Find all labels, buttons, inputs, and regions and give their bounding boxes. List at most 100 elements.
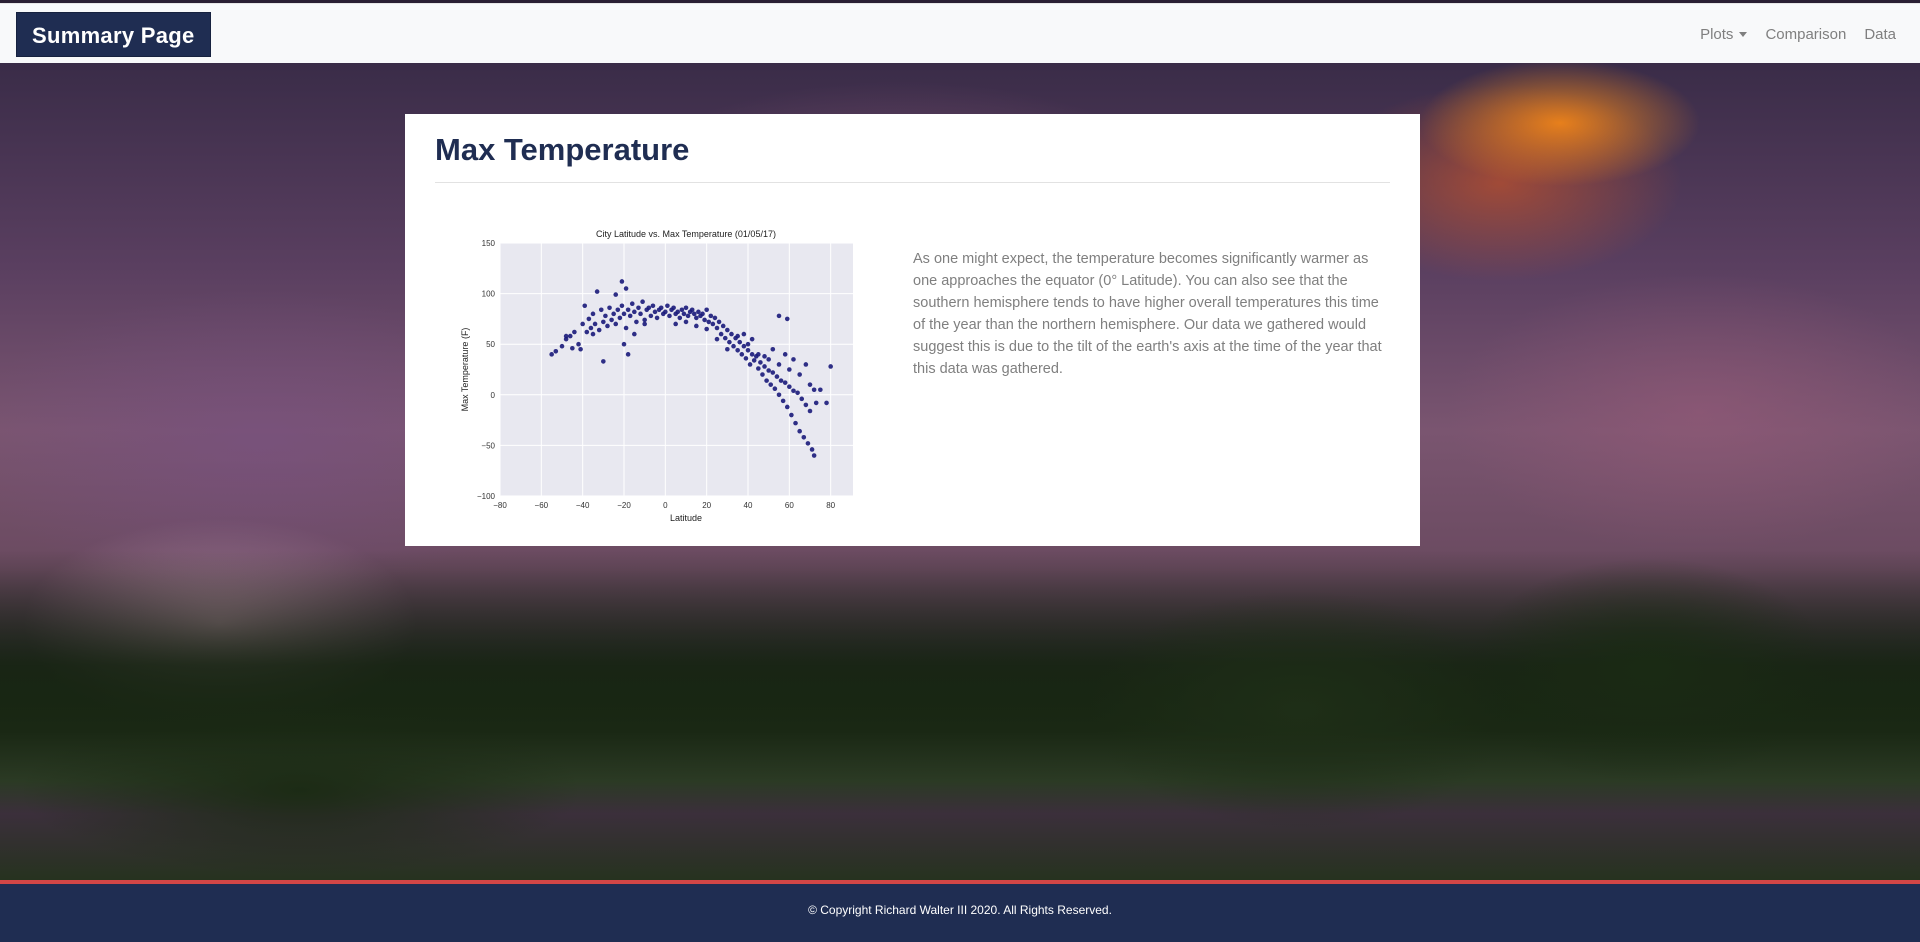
data-point [549, 352, 554, 357]
data-point [795, 390, 800, 396]
data-point [747, 362, 753, 367]
x-tick-label: −40 [576, 501, 590, 510]
data-point [640, 299, 645, 304]
navbar: Summary Page Plots Comparison Data [0, 3, 1920, 63]
chart-title: City Latitude vs. Max Temperature (01/05… [596, 229, 776, 239]
data-point [675, 309, 681, 315]
data-point [700, 311, 705, 317]
data-point [716, 319, 722, 325]
data-point [706, 319, 712, 325]
data-point [770, 346, 776, 352]
data-point [772, 386, 778, 392]
data-point [731, 343, 736, 349]
data-point [570, 345, 575, 351]
data-point [627, 313, 633, 319]
x-tick-label: −80 [493, 501, 507, 510]
data-point [784, 404, 790, 410]
data-point [803, 402, 809, 408]
data-point [553, 348, 559, 354]
data-point [598, 307, 604, 313]
data-point [590, 331, 596, 337]
data-point [629, 301, 635, 307]
data-point [722, 335, 728, 341]
nav-links: Plots Comparison Data [1700, 4, 1896, 64]
data-point [818, 387, 823, 393]
data-point [596, 327, 602, 333]
nav-plots-label: Plots [1700, 25, 1734, 43]
data-point [623, 286, 629, 291]
data-point [745, 341, 751, 347]
data-point [702, 317, 707, 323]
data-point [594, 289, 600, 294]
data-point [634, 319, 639, 325]
data-point [766, 357, 771, 362]
data-point [807, 408, 813, 414]
data-point [615, 307, 621, 313]
data-point [679, 307, 685, 313]
data-point [578, 346, 583, 352]
data-point [619, 279, 625, 284]
data-point [766, 368, 771, 373]
data-point [588, 325, 594, 331]
data-point [799, 396, 805, 402]
data-point [619, 303, 625, 309]
data-point [727, 339, 732, 345]
data-point [710, 321, 716, 327]
y-tick-label: −50 [481, 441, 495, 450]
data-point [756, 352, 761, 357]
data-point [718, 331, 724, 337]
data-point [704, 307, 709, 313]
data-point [611, 311, 616, 317]
data-point [741, 343, 747, 349]
data-point [625, 352, 631, 357]
x-tick-label: 40 [744, 501, 753, 510]
data-point [811, 453, 817, 458]
data-point [813, 400, 819, 406]
data-point [749, 352, 755, 357]
nav-data-link[interactable]: Data [1864, 26, 1896, 43]
data-point [665, 303, 670, 309]
data-point [729, 331, 734, 337]
data-point [807, 382, 813, 387]
nav-plots-dropdown[interactable]: Plots [1700, 25, 1748, 43]
brand-link[interactable]: Summary Page [16, 12, 211, 57]
data-point [617, 315, 623, 321]
data-point [580, 321, 585, 327]
data-point [776, 362, 782, 367]
title-divider [435, 182, 1390, 183]
data-point [714, 325, 720, 331]
data-point [638, 311, 643, 317]
data-point [689, 307, 695, 313]
x-axis-label: Latitude [670, 513, 702, 523]
data-point [791, 357, 796, 362]
data-point [677, 315, 683, 321]
data-point [663, 309, 668, 315]
data-point [642, 321, 647, 327]
data-point [762, 364, 767, 369]
data-point [632, 309, 637, 315]
data-point [768, 382, 774, 387]
x-tick-label: 60 [785, 501, 794, 510]
nav-comparison-link[interactable]: Comparison [1765, 26, 1846, 43]
data-point [605, 323, 610, 329]
data-point [607, 305, 612, 311]
data-point [737, 339, 743, 345]
data-point [642, 317, 647, 323]
chevron-down-icon [1739, 31, 1748, 37]
y-tick-label: 0 [491, 391, 496, 400]
data-point [673, 321, 678, 327]
data-point [803, 362, 809, 367]
data-point [745, 347, 751, 353]
data-point [584, 329, 590, 335]
x-tick-label: 80 [826, 501, 835, 510]
data-point [758, 360, 763, 365]
data-point [586, 316, 592, 322]
data-point [797, 372, 802, 377]
data-point [741, 331, 747, 337]
data-point [683, 305, 689, 311]
data-point [784, 316, 790, 322]
y-tick-label: 50 [486, 340, 495, 349]
data-point [623, 325, 629, 331]
x-tick-label: −60 [535, 501, 549, 510]
data-point [601, 319, 606, 325]
